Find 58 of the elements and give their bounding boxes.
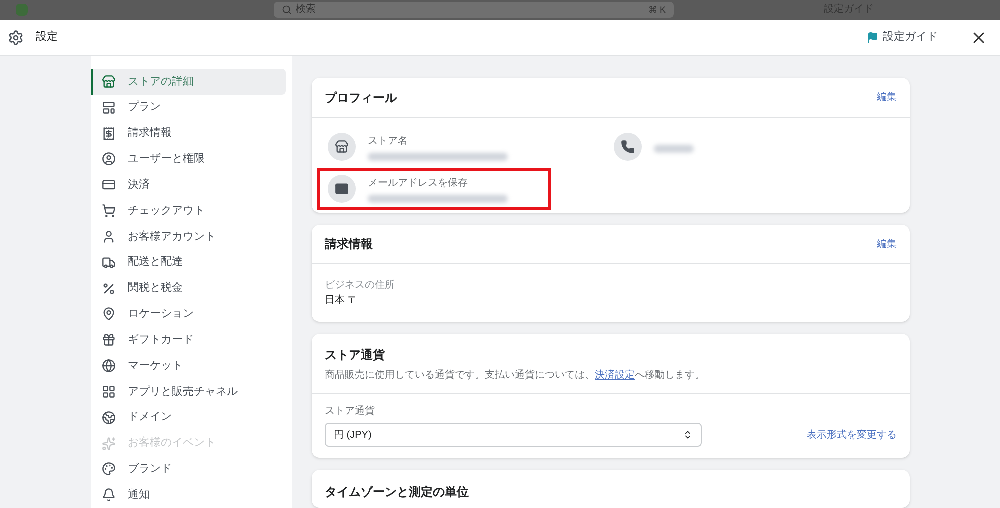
sidebar-item[interactable]: 請求情報	[91, 120, 292, 146]
user-circle-icon	[102, 152, 116, 166]
redacted-text	[654, 145, 694, 153]
field-label: メールアドレスを保存	[368, 176, 469, 190]
sidebar-item[interactable]: ドメイン	[91, 404, 292, 431]
pin-icon	[102, 307, 116, 322]
card-title: 請求情報	[325, 236, 373, 253]
globe-icon	[102, 359, 116, 374]
sidebar-item[interactable]: ユーザーと権限	[91, 146, 292, 172]
gift-icon	[102, 333, 116, 348]
field-label: ストア通貨	[325, 404, 376, 419]
card-title: タイムゾーンと測定の単位	[325, 485, 469, 499]
window-title: 設定	[36, 30, 58, 46]
receipt-icon	[102, 126, 116, 141]
sidebar-item[interactable]: 配送と配達	[91, 250, 292, 276]
field-label: ストア名	[368, 134, 409, 148]
address-text: 日本 〒	[325, 294, 359, 308]
storefront-icon	[102, 74, 116, 89]
sidebar-item[interactable]: チェックアウト	[91, 198, 292, 224]
grid-icon	[102, 384, 116, 399]
globe-icon	[102, 410, 116, 425]
field-label: ビジネスの住所	[325, 278, 396, 293]
palette-icon	[102, 462, 116, 476]
sidebar-item[interactable]: 通知	[91, 482, 292, 508]
percent-icon	[102, 282, 116, 296]
payment-settings-link[interactable]: 決済設定	[595, 370, 635, 381]
shortcut-hint: ⌘ K	[648, 6, 666, 14]
currency-select[interactable]: 円 (JPY)	[325, 423, 702, 447]
phone-icon	[614, 133, 642, 161]
blocks-icon	[102, 100, 116, 115]
sidebar-item[interactable]: プラン	[91, 94, 292, 121]
sidebar-item[interactable]: お客様アカウント	[91, 224, 292, 250]
sidebar-item[interactable]: ブランド	[91, 456, 292, 482]
search-icon	[282, 5, 292, 15]
sidebar-item[interactable]: ロケーション	[91, 301, 292, 328]
settings-icon	[8, 30, 24, 46]
sidebar-item[interactable]: ギフトカード	[91, 327, 292, 354]
card-description: 商品販売に使用している通貨です。支払い通貨については、決済設定へ移動します。	[325, 368, 706, 383]
updown-icon	[683, 430, 693, 440]
card-title: プロフィール	[325, 90, 397, 106]
sidebar-item[interactable]: アプリと販売チャネル	[91, 378, 292, 405]
sparkle-icon	[102, 436, 116, 450]
sidebar-item[interactable]: マーケット	[91, 353, 292, 379]
guide-button[interactable]: 設定ガイド	[867, 29, 938, 46]
card-title: ストア通貨	[325, 347, 386, 364]
storefront-icon	[328, 133, 356, 161]
sidebar-item[interactable]: 関税と税金	[91, 276, 292, 302]
person-icon	[102, 230, 116, 244]
cart-icon	[102, 204, 116, 218]
sidebar-item[interactable]: 決済	[91, 172, 292, 198]
bell-icon	[102, 488, 116, 502]
format-link[interactable]: 表示形式を変更する	[807, 428, 897, 442]
card-icon	[102, 178, 116, 192]
edit-link[interactable]: 編集	[877, 236, 897, 252]
truck-icon	[102, 256, 116, 270]
edit-link[interactable]: 編集	[877, 90, 897, 105]
flag-icon	[867, 32, 879, 44]
sidebar-item[interactable]: ストアの詳細	[91, 69, 286, 95]
